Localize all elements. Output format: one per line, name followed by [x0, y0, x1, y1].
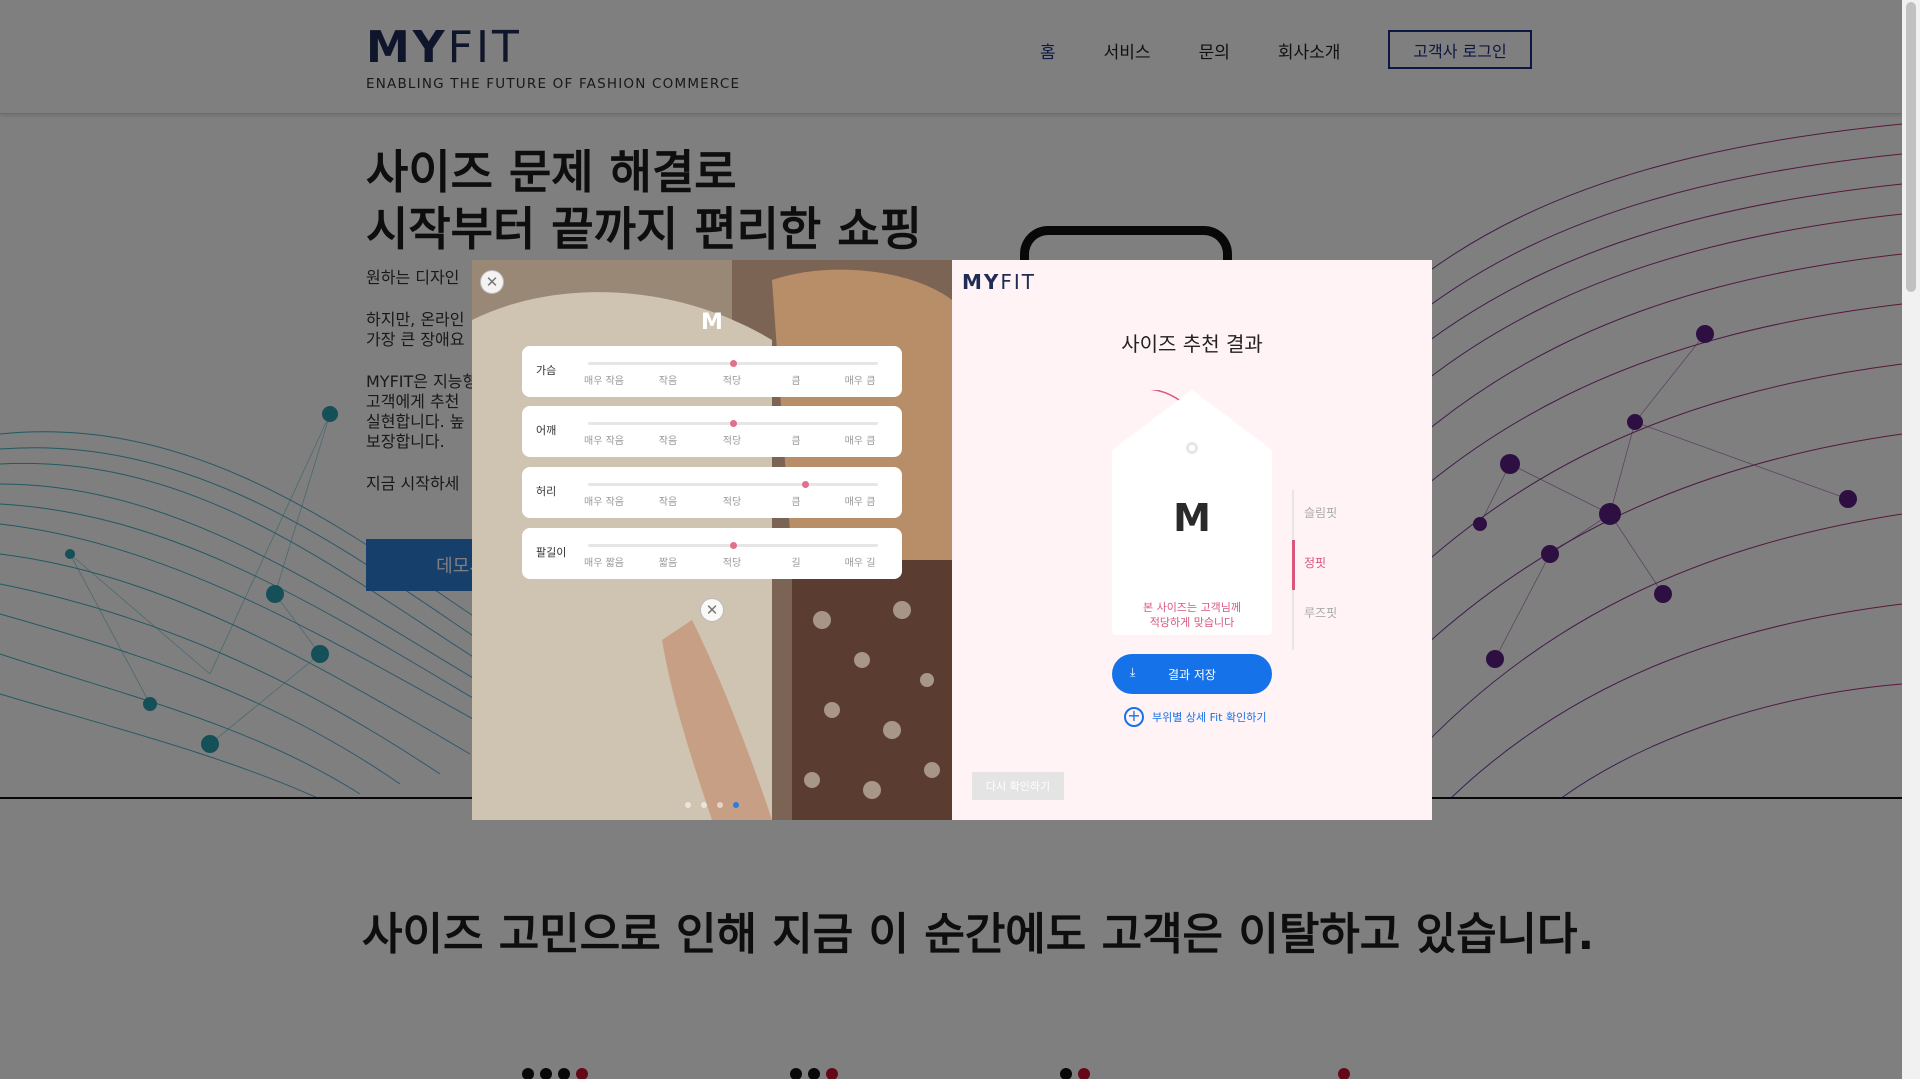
fit-tick-label: 큼 [791, 497, 801, 508]
fit-tick-labels: 매우 작음 작음 적당 큼 매우 큼 [572, 372, 892, 387]
fit-tick-label: 작음 [658, 436, 678, 447]
result-title: 사이즈 추천 결과 [1121, 332, 1263, 356]
fit-tick-label: 적당 [722, 558, 742, 569]
fit-tick-label: 적당 [722, 497, 742, 508]
fit-marker [802, 481, 809, 488]
fit-marker [730, 420, 737, 427]
fit-tick-label: 적당 [722, 376, 742, 387]
result-panel: MYFIT 사이즈 추천 결과 M 본 사이즈는 고객님께 적당하게 맞습니다 … [952, 260, 1432, 820]
scrollbar-thumb[interactable] [1906, 2, 1916, 292]
fit-tick-label: 매우 길 [844, 558, 876, 569]
result-logo-my: MY [962, 270, 1001, 294]
carousel-pager [472, 802, 952, 808]
pager-dot[interactable] [717, 802, 723, 808]
close-icon[interactable]: ✕ [700, 598, 724, 622]
fit-tick-label: 길 [791, 558, 801, 569]
fit-tick-labels: 매우 작음 작음 적당 큼 매우 큼 [572, 493, 892, 508]
fit-track [588, 483, 878, 486]
fit-tick-label: 매우 작음 [584, 436, 624, 447]
fit-size-letter: M [701, 310, 723, 335]
fit-row: 어깨매우 작음 작음 적당 큼 매우 큼 [522, 406, 902, 457]
fit-tick-label: 매우 큼 [844, 497, 876, 508]
fit-tick-labels: 매우 작음 작음 적당 큼 매우 큼 [572, 432, 892, 447]
fit-row: 허리매우 작음 작음 적당 큼 매우 큼 [522, 467, 902, 518]
fit-tick-label: 매우 짧음 [584, 558, 624, 569]
pager-dot-active[interactable] [733, 802, 739, 808]
fit-row-label: 어깨 [536, 424, 557, 437]
detail-fit-label: 부위별 상세 Fit 확인하기 [1152, 711, 1267, 724]
fit-tick-label: 짧음 [658, 558, 678, 569]
fit-tick-labels: 매우 짧음 짧음 적당 길 매우 길 [572, 554, 892, 569]
result-logo-fit: FIT [1000, 270, 1037, 294]
page-scrollbar[interactable] [1902, 0, 1920, 1079]
fit-row-label: 가슴 [536, 364, 557, 377]
save-result-button[interactable]: ⤓ 결과 저장 [1112, 654, 1272, 694]
modal-photo-panel: ✕ M 가슴 매우 작음 작음 적당 큼 매우 큼 어깨 매우 작음 작음 적당 큼 매우 큼 허리 매우… [472, 260, 952, 820]
close-icon[interactable]: ✕ [480, 270, 504, 294]
fit-option-loose[interactable]: 루즈핏 [1304, 604, 1337, 621]
size-result-modal: ✕ M 가슴 매우 작음 작음 적당 큼 매우 큼 어깨 매우 작음 작음 적당 큼 매우 큼 허리 매우… [472, 260, 1432, 820]
download-icon: ⤓ [1130, 665, 1136, 679]
plus-icon: + [1124, 707, 1144, 727]
fit-tick-label: 매우 작음 [584, 497, 624, 508]
fit-marker [730, 542, 737, 549]
result-logo: MYFIT [962, 270, 1036, 294]
pager-dot[interactable] [685, 802, 691, 808]
save-result-label: 결과 저장 [1168, 667, 1216, 682]
retry-button[interactable]: 다시 확인하기 [972, 772, 1064, 800]
fit-tick-label: 매우 큼 [844, 376, 876, 387]
fit-tick-label: 작음 [658, 497, 678, 508]
fit-row: 가슴매우 작음 작음 적당 큼 매우 큼 [522, 346, 902, 397]
detail-fit-link[interactable]: + 부위별 상세 Fit 확인하기 [1124, 707, 1266, 727]
fit-marker [730, 360, 737, 367]
fit-option-slim[interactable]: 슬림핏 [1304, 504, 1337, 521]
fit-type-selector: 슬림핏 정핏 루즈핏 [1292, 490, 1372, 650]
fit-option-regular[interactable]: 정핏 [1304, 554, 1326, 571]
fit-active-indicator [1292, 540, 1295, 590]
fit-tick-label: 큼 [791, 376, 801, 387]
fit-tick-label: 매우 작음 [584, 376, 624, 387]
fit-tick-label: 매우 큼 [844, 436, 876, 447]
fit-tick-label: 작음 [658, 376, 678, 387]
fit-tick-label: 적당 [722, 436, 742, 447]
pager-dot[interactable] [701, 802, 707, 808]
fit-row-label: 허리 [536, 485, 557, 498]
fit-row: 팔길이매우 짧음 짧음 적당 길 매우 길 [522, 528, 902, 579]
fit-row-label: 팔길이 [536, 546, 567, 559]
fit-tick-label: 큼 [791, 436, 801, 447]
